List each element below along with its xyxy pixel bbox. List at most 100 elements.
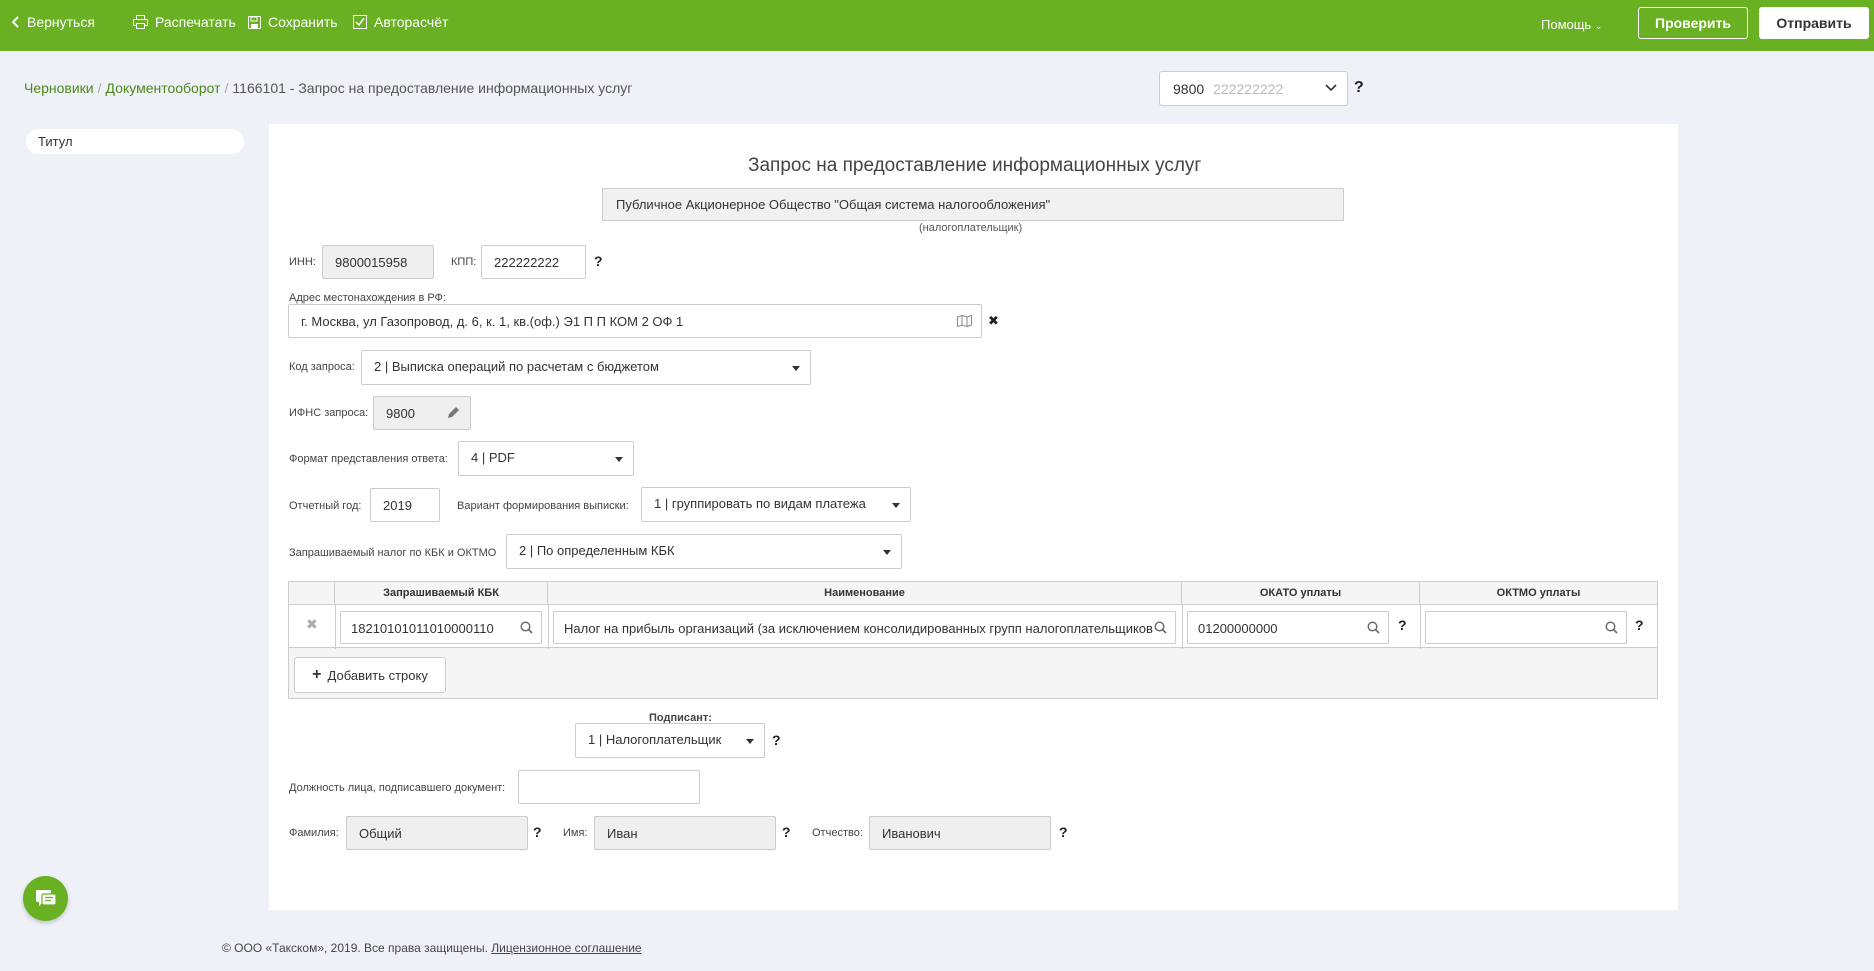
- page-title: Запрос на предоставление информационных …: [748, 155, 1202, 176]
- back-label: Вернуться: [27, 14, 95, 30]
- breadcrumb-separator: /: [224, 80, 229, 96]
- autocalc-toggle[interactable]: Авторасчёт: [353, 14, 448, 30]
- format-value: 4 | PDF: [471, 450, 515, 465]
- table-row: ✖ 18210101011010000110 Налог на прибыль …: [289, 604, 1657, 649]
- back-button[interactable]: Вернуться: [12, 14, 95, 30]
- map-icon[interactable]: [957, 315, 972, 327]
- save-button[interactable]: Сохранить: [248, 14, 338, 30]
- help-icon[interactable]: ?: [772, 732, 781, 748]
- chat-button[interactable]: [23, 876, 68, 921]
- footer: © ООО «Такском», 2019. Все права защищен…: [222, 941, 642, 955]
- taxpayer-name-field: Публичное Акционерное Общество "Общая си…: [602, 188, 1344, 221]
- send-button[interactable]: Отправить: [1759, 7, 1869, 39]
- pencil-icon[interactable]: [447, 406, 460, 419]
- address-field[interactable]: г. Москва, ул Газопровод, д. 6, к. 1, кв…: [288, 304, 982, 338]
- breadcrumb-drafts[interactable]: Черновики: [24, 80, 94, 96]
- request-code-value: 2 | Выписка операций по расчетам с бюдже…: [374, 359, 659, 374]
- taxpayer-caption: (налогоплательщик): [919, 222, 1023, 234]
- help-icon[interactable]: ?: [782, 824, 791, 840]
- position-field[interactable]: [518, 770, 700, 804]
- add-row-label: Добавить строку: [327, 667, 428, 683]
- patronymic-label: Отчество:: [812, 827, 863, 839]
- copyright-text: © ООО «Такском», 2019. Все права защищен…: [222, 941, 488, 955]
- top-toolbar: Вернуться Распечатать Сохранить Авторасч…: [0, 0, 1874, 51]
- clear-icon[interactable]: ✖: [988, 313, 999, 329]
- tax-select[interactable]: 2 | По определенным КБК: [506, 534, 902, 569]
- breadcrumb: Черновики / Документооборот/1166101 - Запр…: [24, 80, 632, 96]
- print-label: Распечатать: [155, 14, 236, 30]
- oktmo-input[interactable]: [1425, 611, 1627, 644]
- caret-down-icon: [892, 503, 900, 508]
- help-icon[interactable]: ?: [1059, 824, 1068, 840]
- kbk-input[interactable]: 18210101011010000110: [340, 611, 542, 644]
- variant-value: 1 | группировать по видам платежа: [654, 496, 866, 511]
- org-selector[interactable]: 9800 222222222: [1159, 71, 1348, 106]
- name-label: Имя:: [563, 827, 588, 839]
- help-icon[interactable]: ?: [1398, 617, 1407, 633]
- year-field[interactable]: 2019: [370, 488, 440, 522]
- okato-value: 01200000000: [1198, 621, 1278, 636]
- caret-down-icon: [883, 550, 891, 555]
- search-icon[interactable]: [520, 621, 533, 634]
- plus-icon: +: [312, 666, 322, 683]
- check-button[interactable]: Проверить: [1638, 7, 1748, 39]
- chat-icon: [35, 889, 57, 906]
- tax-value: 2 | По определенным КБК: [519, 543, 675, 558]
- caret-down-icon: [746, 739, 754, 744]
- help-label: Помощь: [1541, 17, 1592, 32]
- kbk-value: 18210101011010000110: [351, 621, 494, 636]
- search-icon[interactable]: [1154, 621, 1167, 634]
- table-header-name: Наименование: [548, 582, 1182, 604]
- print-button[interactable]: Распечатать: [133, 14, 236, 30]
- help-icon[interactable]: ?: [1635, 617, 1644, 633]
- search-icon[interactable]: [1367, 621, 1380, 634]
- ifns-label: ИФНС запроса:: [289, 407, 369, 419]
- help-icon[interactable]: ?: [594, 253, 603, 269]
- breadcrumb-separator: /: [97, 80, 102, 96]
- table-header-oktmo: ОКТМО уплаты: [1496, 587, 1581, 599]
- save-label: Сохранить: [268, 14, 338, 30]
- breadcrumb-current: 1166101 - Запрос на предоставление инфор…: [232, 80, 633, 96]
- format-select[interactable]: 4 | PDF: [458, 441, 634, 476]
- surname-field: Общий: [346, 816, 528, 850]
- license-link[interactable]: Лицензионное соглашение: [491, 941, 641, 955]
- search-icon[interactable]: [1605, 621, 1618, 634]
- ifns-field: 9800: [373, 396, 471, 430]
- caret-down-icon: [615, 457, 623, 462]
- name-input[interactable]: Налог на прибыль организаций (за исключе…: [553, 611, 1176, 644]
- help-icon[interactable]: ?: [1354, 79, 1364, 97]
- org-inn: 9800: [1173, 80, 1205, 97]
- table-header-kbk: Запрашиваемый КБК: [335, 582, 548, 604]
- chevron-down-icon: ⌄: [1594, 21, 1603, 31]
- address-label: Адрес местонахождения в РФ:: [289, 292, 446, 304]
- help-menu[interactable]: Помощь ⌄: [1541, 17, 1602, 32]
- patronymic-field: Иванович: [869, 816, 1051, 850]
- address-value: г. Москва, ул Газопровод, д. 6, к. 1, кв…: [301, 314, 684, 329]
- help-icon[interactable]: ?: [533, 824, 542, 840]
- autocalc-label: Авторасчёт: [374, 14, 449, 30]
- name-field: Иван: [594, 816, 776, 850]
- kpp-label: КПП:: [451, 256, 477, 268]
- delete-row-icon[interactable]: ✖: [306, 616, 318, 633]
- signer-value: 1 | Налогоплательщик: [588, 732, 722, 747]
- table-header-okato: ОКАТО уплаты: [1182, 582, 1420, 604]
- ifns-value: 9800: [386, 406, 415, 421]
- signer-select[interactable]: 1 | Налогоплательщик: [575, 723, 765, 758]
- okato-input[interactable]: 01200000000: [1187, 611, 1389, 644]
- year-label: Отчетный год:: [289, 500, 362, 512]
- sidebar-item-title[interactable]: Титул: [26, 129, 244, 154]
- printer-icon: [133, 15, 148, 29]
- variant-select[interactable]: 1 | группировать по видам платежа: [641, 487, 911, 522]
- name-value: Налог на прибыль организаций (за исключе…: [564, 621, 1153, 636]
- request-code-select[interactable]: 2 | Выписка операций по расчетам с бюдже…: [361, 350, 811, 385]
- inn-field: 9800015958: [322, 245, 434, 279]
- add-row-button[interactable]: + Добавить строку: [294, 657, 446, 693]
- request-code-label: Код запроса:: [289, 361, 355, 373]
- kbk-table: Запрашиваемый КБК Наименование ОКАТО упл…: [288, 581, 1658, 699]
- breadcrumb-docflow[interactable]: Документооборот: [106, 80, 221, 96]
- kpp-field[interactable]: 222222222: [481, 245, 586, 279]
- variant-label: Вариант формирования выписки:: [457, 500, 629, 512]
- caret-down-icon: [792, 366, 800, 371]
- surname-label: Фамилия:: [289, 827, 339, 839]
- chevron-down-icon: [1325, 84, 1337, 92]
